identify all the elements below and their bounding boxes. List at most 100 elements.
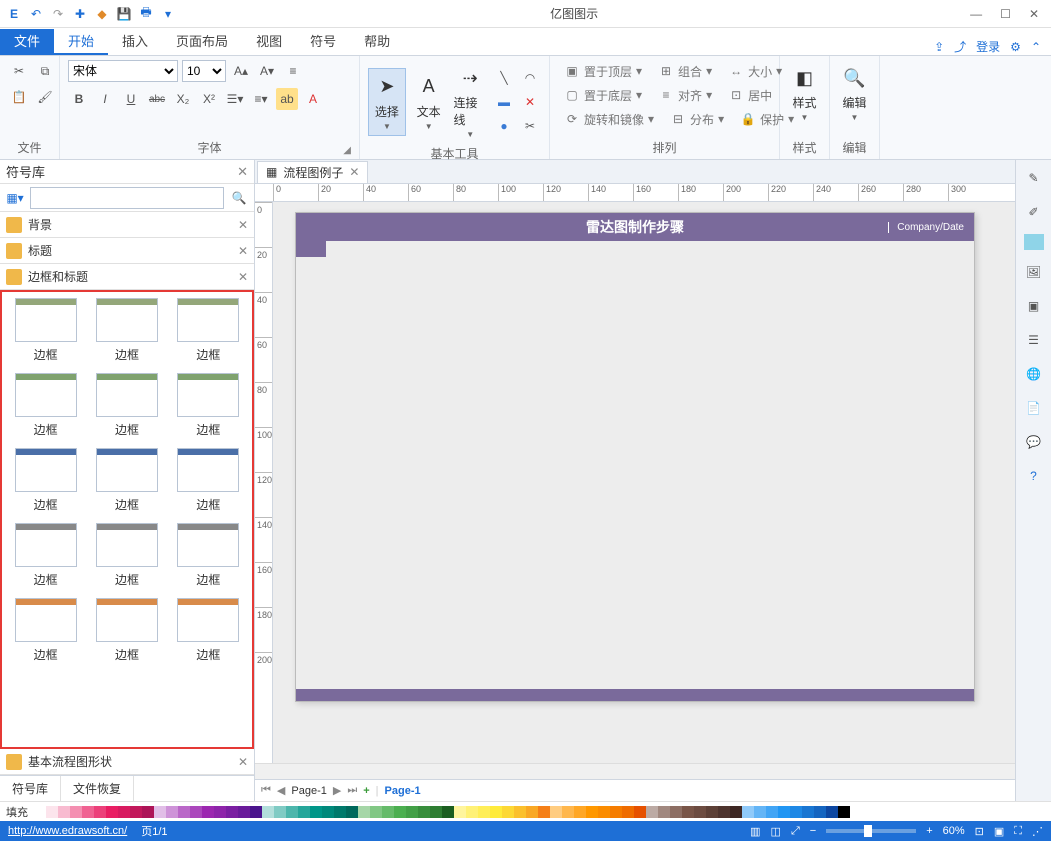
highlight-icon[interactable]: ab	[276, 88, 298, 110]
line-spacing-icon[interactable]: ≡	[282, 60, 304, 82]
color-swatch[interactable]	[802, 806, 814, 818]
color-swatch[interactable]	[190, 806, 202, 818]
color-swatch[interactable]	[262, 806, 274, 818]
color-swatch[interactable]	[694, 806, 706, 818]
color-swatch[interactable]	[382, 806, 394, 818]
color-swatch[interactable]	[34, 806, 46, 818]
color-swatch[interactable]	[502, 806, 514, 818]
sidebar-cat-title[interactable]: 标题✕	[0, 238, 254, 264]
view-fit-icon[interactable]: ⤢	[791, 825, 800, 838]
subscript-button[interactable]: X₂	[172, 88, 194, 110]
sidebar-tab-recovery[interactable]: 文件恢复	[61, 776, 134, 801]
sidebar-close-icon[interactable]: ✕	[237, 164, 248, 180]
add-page-icon[interactable]: +	[363, 785, 369, 797]
strike-button[interactable]: abc	[146, 88, 168, 110]
shape-item[interactable]: 边框	[8, 598, 83, 663]
color-swatch[interactable]	[634, 806, 646, 818]
color-swatch[interactable]	[154, 806, 166, 818]
tab-insert[interactable]: 插入	[108, 29, 162, 55]
color-swatch[interactable]	[142, 806, 154, 818]
paste-icon[interactable]: 📋	[8, 86, 30, 108]
ruler-horizontal[interactable]: 0204060801001201401601802002202402602803…	[255, 184, 1015, 202]
ruler-vertical[interactable]: 020406080100120140160180200	[255, 202, 273, 763]
minimize-icon[interactable]: —	[970, 7, 982, 21]
color-swatch[interactable]	[358, 806, 370, 818]
text-tool-button[interactable]: A文本▼	[410, 69, 448, 135]
shape-item[interactable]: 边框	[8, 523, 83, 588]
new-doc-icon[interactable]: ✚	[70, 4, 90, 24]
bullets-icon[interactable]: ☰▾	[224, 88, 246, 110]
current-page-label[interactable]: Page-1	[385, 785, 421, 797]
maximize-icon[interactable]: ☐	[1000, 7, 1011, 21]
grip-icon[interactable]: ⋰	[1032, 825, 1043, 838]
fit-width-icon[interactable]: ⊡	[975, 825, 984, 838]
color-swatch[interactable]	[826, 806, 838, 818]
tab-layout[interactable]: 页面布局	[162, 29, 242, 55]
tool-image-icon[interactable]: 🖼	[1022, 260, 1046, 284]
sidebar-cat-background[interactable]: 背景✕	[0, 212, 254, 238]
print-icon[interactable]: 🖶	[136, 4, 156, 24]
color-swatch[interactable]	[538, 806, 550, 818]
font-dialog-launcher-icon[interactable]: ◢	[343, 145, 351, 156]
canvas[interactable]: 雷达图制作步骤 Company/Date	[273, 202, 1015, 763]
tool-pencil-icon[interactable]: ✎	[1022, 166, 1046, 190]
tool-layers-icon[interactable]: ▣	[1022, 294, 1046, 318]
doc-tab-close-icon[interactable]: ✕	[349, 165, 359, 179]
app-logo-icon[interactable]: E	[4, 4, 24, 24]
color-swatch[interactable]	[322, 806, 334, 818]
cut-icon[interactable]: ✂	[8, 60, 30, 82]
color-swatch[interactable]	[298, 806, 310, 818]
color-swatch[interactable]	[346, 806, 358, 818]
tool-comment-icon[interactable]: 💬	[1022, 430, 1046, 454]
shape-item[interactable]: 边框	[171, 298, 246, 363]
color-swatch[interactable]	[454, 806, 466, 818]
zoom-slider[interactable]	[826, 829, 916, 833]
format-painter-icon[interactable]: 🖌	[34, 86, 56, 108]
library-picker-icon[interactable]: ▦▾	[4, 187, 26, 209]
center-button[interactable]: ⊡居中	[722, 84, 778, 106]
color-swatch[interactable]	[778, 806, 790, 818]
color-swatch[interactable]	[406, 806, 418, 818]
tab-help[interactable]: 帮助	[350, 29, 404, 55]
bold-button[interactable]: B	[68, 88, 90, 110]
shape-item[interactable]: 边框	[89, 598, 164, 663]
color-swatch[interactable]	[418, 806, 430, 818]
color-swatch[interactable]	[94, 806, 106, 818]
tool-note-icon[interactable]: 📄	[1022, 396, 1046, 420]
color-swatch[interactable]	[394, 806, 406, 818]
color-swatch[interactable]	[166, 806, 178, 818]
color-swatch[interactable]	[250, 806, 262, 818]
page-next-icon[interactable]: ▶	[333, 784, 341, 797]
color-swatch[interactable]	[478, 806, 490, 818]
export-icon[interactable]: ▾	[158, 4, 178, 24]
color-swatch[interactable]	[814, 806, 826, 818]
size-button[interactable]: ↔大小▾	[722, 60, 788, 82]
color-swatch[interactable]	[490, 806, 502, 818]
collapse-ribbon-icon[interactable]: ⌃	[1031, 40, 1041, 54]
zoom-in-icon[interactable]: +	[926, 825, 932, 837]
numbering-icon[interactable]: ≡▾	[250, 88, 272, 110]
color-swatch[interactable]	[790, 806, 802, 818]
page[interactable]: 雷达图制作步骤 Company/Date	[295, 212, 975, 702]
shape-item[interactable]: 边框	[8, 298, 83, 363]
color-swatch[interactable]	[130, 806, 142, 818]
zoom-level[interactable]: 60%	[943, 825, 965, 837]
color-swatch[interactable]	[838, 806, 850, 818]
line-shape-icon[interactable]: ╲	[493, 67, 515, 89]
font-family-select[interactable]: 宋体	[68, 60, 178, 82]
color-swatch[interactable]	[202, 806, 214, 818]
color-swatch[interactable]	[514, 806, 526, 818]
shape-item[interactable]: 边框	[171, 448, 246, 513]
copy-icon[interactable]: ⧉	[34, 60, 56, 82]
color-swatch[interactable]	[178, 806, 190, 818]
color-swatch[interactable]	[526, 806, 538, 818]
color-swatch[interactable]	[274, 806, 286, 818]
undo-icon[interactable]: ↶	[26, 4, 46, 24]
tool-list-icon[interactable]: ☰	[1022, 328, 1046, 352]
italic-button[interactable]: I	[94, 88, 116, 110]
open-icon[interactable]: ◆	[92, 4, 112, 24]
fit-page-icon[interactable]: ▣	[994, 825, 1004, 838]
status-url[interactable]: http://www.edrawsoft.cn/	[8, 825, 127, 837]
shape-item[interactable]: 边框	[8, 448, 83, 513]
style-button[interactable]: ◧样式▼	[788, 60, 821, 126]
